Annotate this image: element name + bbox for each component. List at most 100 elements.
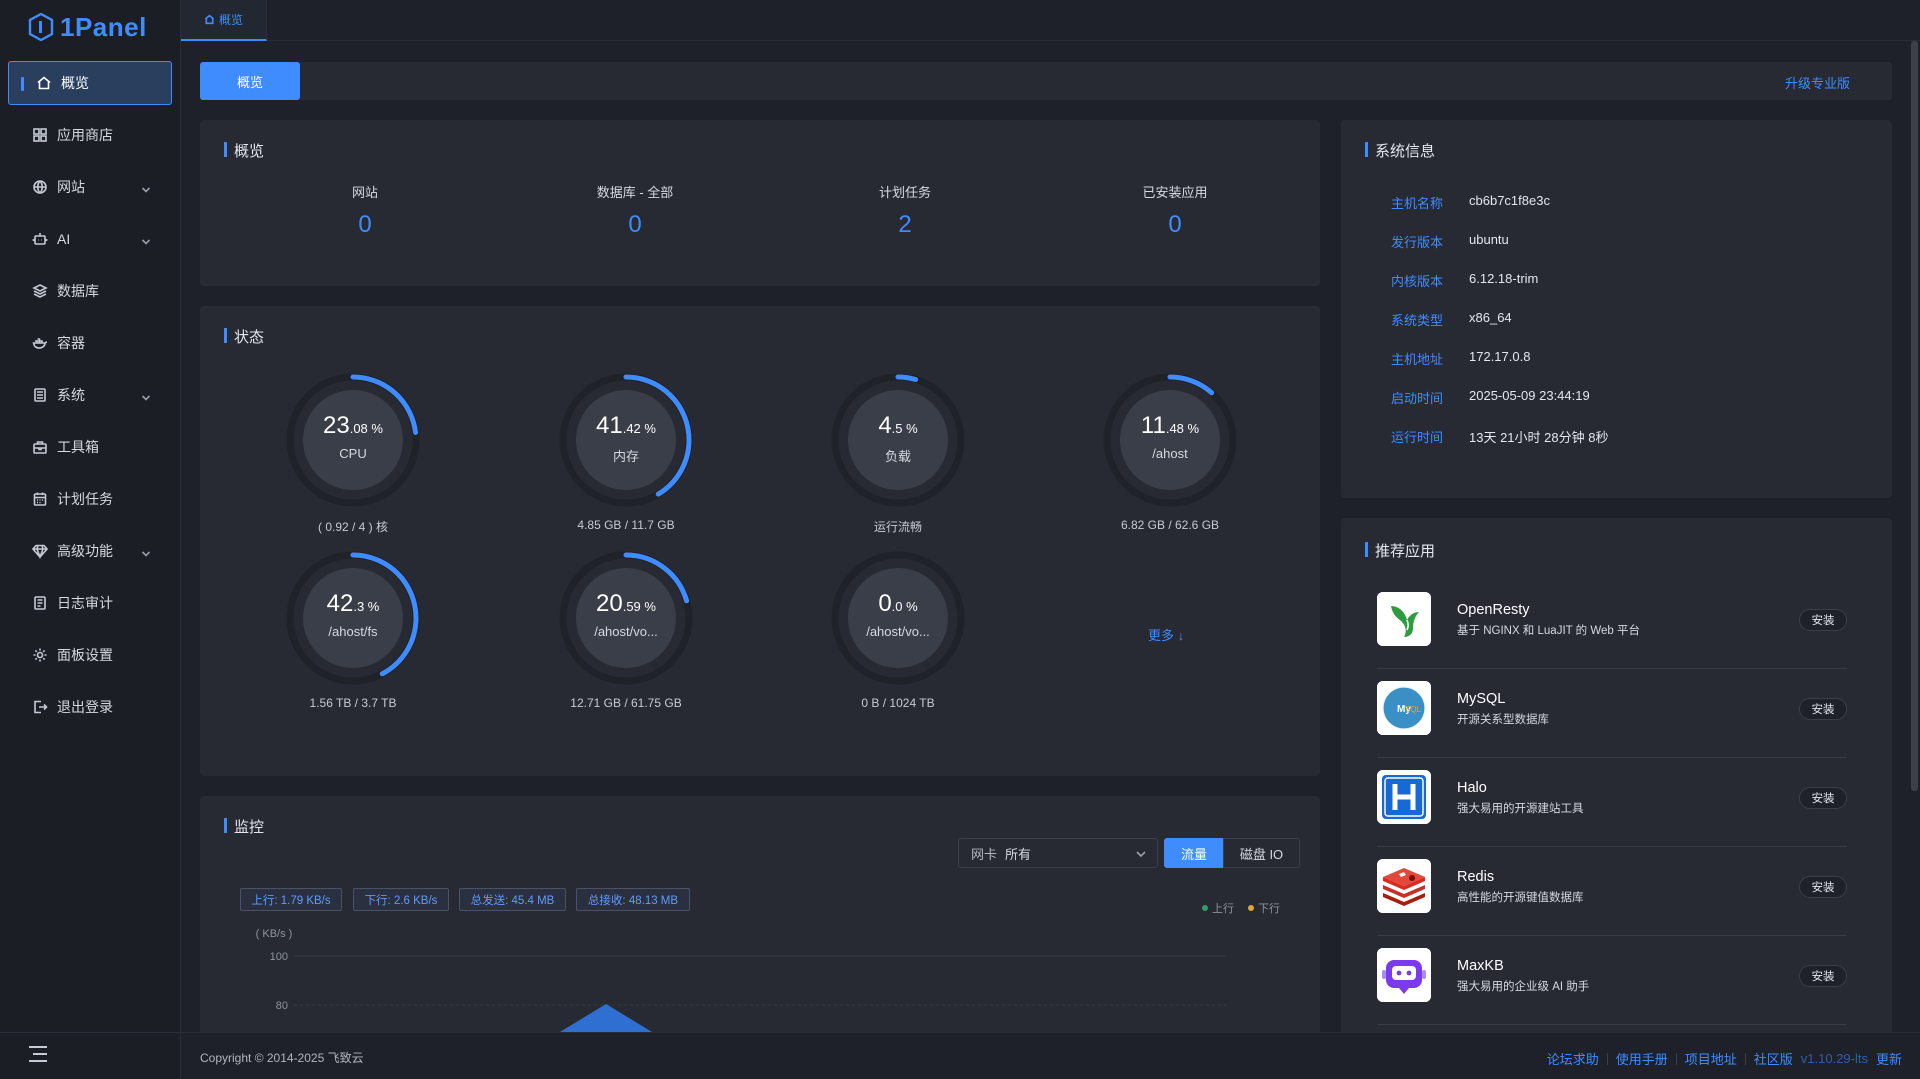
install-button[interactable]: 安装: [1799, 965, 1847, 987]
install-button[interactable]: 安装: [1799, 787, 1847, 809]
update-link[interactable]: 更新: [1876, 1049, 1902, 1068]
sidebar-item-logout[interactable]: 退出登录: [8, 685, 172, 729]
footer: Copyright © 2014-2025 飞致云 论坛求助 使用手册 项目地址…: [181, 1032, 1920, 1079]
tab-disk-io[interactable]: 磁盘 IO: [1223, 838, 1300, 868]
sysinfo-row: 主机名称 cb6b7c1f8e3c: [1391, 193, 1550, 212]
brand-logo[interactable]: 1Panel: [28, 10, 147, 44]
sidebar-item-label: 退出登录: [57, 699, 113, 715]
chart-legend-upload[interactable]: 上行: [1202, 900, 1234, 916]
log-icon: [31, 594, 49, 612]
sidebar-item-container[interactable]: 容器: [8, 321, 172, 365]
sysinfo-key: 启动时间: [1391, 391, 1444, 406]
sidebar-nav: 概览 应用商店 网站 AI 数据库 容器 系统 工具箱 计划任务 高级功能 日志…: [8, 61, 172, 737]
link-divider: [1675, 1052, 1677, 1065]
logout-icon: [31, 698, 49, 716]
nic-select[interactable]: 网卡 所有: [958, 838, 1158, 868]
gauge-disk-ahost-vol1[interactable]: 20.59 % /ahost/vo... 12.71 GB / 61.75 GB: [556, 548, 696, 710]
sidebar-item-label: 数据库: [57, 283, 99, 299]
gauge-label: /ahost/vo...: [866, 624, 930, 639]
sidebar-item-appstore[interactable]: 应用商店: [8, 113, 172, 157]
stat-databases[interactable]: 数据库 - 全部 0: [525, 182, 745, 239]
tab-overview[interactable]: 概览: [181, 0, 267, 41]
app-description: 开源关系型数据库: [1457, 714, 1549, 726]
app-item-redis[interactable]: Redis 高性能的开源键值数据库 安装: [1377, 847, 1847, 936]
app-item-openresty[interactable]: OpenResty 基于 NGINX 和 LuaJIT 的 Web 平台 安装: [1377, 580, 1847, 669]
app-description: 强大易用的开源建站工具: [1457, 803, 1584, 815]
stat-label: 计划任务: [878, 185, 931, 200]
card-title: 推荐应用: [1365, 540, 1435, 561]
chevron-down-icon: [141, 182, 151, 193]
sysinfo-value: ubuntu: [1469, 232, 1509, 247]
sidebar-item-overview[interactable]: 概览: [8, 61, 172, 105]
card-title: 监控: [224, 816, 264, 837]
menu-collapse-icon[interactable]: [28, 1045, 48, 1068]
gauge-label: /ahost: [1152, 446, 1188, 461]
app-name: MaxKB: [1457, 958, 1504, 974]
docs-link[interactable]: 使用手册: [1616, 1049, 1668, 1068]
chart-legend-download[interactable]: 下行: [1248, 900, 1280, 916]
chevron-down-icon: [141, 390, 151, 401]
sidebar-item-label: 应用商店: [57, 127, 113, 143]
y-tick-label: 100: [270, 951, 288, 963]
app-item-mysql[interactable]: My SQL MySQL 开源关系型数据库 安装: [1377, 669, 1847, 758]
sub-tab-overview[interactable]: 概览: [200, 62, 300, 100]
gauge-value: 11.48 %: [1140, 412, 1200, 439]
overview-card: 概览 网站 0 数据库 - 全部 0 计划任务 2 已安装应用 0: [200, 120, 1320, 286]
app-description: 强大易用的企业级 AI 助手: [1457, 981, 1590, 993]
tab-traffic[interactable]: 流量: [1164, 838, 1224, 868]
install-button[interactable]: 安装: [1799, 698, 1847, 720]
calendar-icon: [31, 490, 49, 508]
app-name: Halo: [1457, 780, 1487, 796]
globe-icon: [31, 178, 49, 196]
sysinfo-value: 2025-05-09 23:44:19: [1469, 388, 1590, 403]
sidebar-item-advanced[interactable]: 高级功能: [8, 529, 172, 573]
sidebar-item-label: 日志审计: [57, 595, 113, 611]
app-item-halo[interactable]: Halo 强大易用的开源建站工具 安装: [1377, 758, 1847, 847]
more-disks-link[interactable]: 更多 ↓: [1148, 625, 1184, 644]
mysql-icon: My SQL: [1377, 681, 1431, 735]
gauge-disk-ahost-vol2[interactable]: 0.0 % /ahost/vo... 0 B / 1024 TB: [828, 548, 968, 710]
legend-dot: [1202, 905, 1208, 911]
grid-icon: [31, 126, 49, 144]
gauge-label: 负载: [884, 449, 911, 464]
copyright-text: Copyright © 2014-2025 飞致云: [200, 1051, 364, 1065]
sysinfo-row: 发行版本 ubuntu: [1391, 232, 1509, 251]
stat-value: 0: [358, 211, 372, 238]
sidebar-item-ai[interactable]: AI: [8, 217, 172, 261]
app-description: 基于 NGINX 和 LuaJIT 的 Web 平台: [1457, 625, 1640, 637]
version-label[interactable]: v1.10.29-lts: [1801, 1051, 1868, 1066]
stat-installed-apps[interactable]: 已安装应用 0: [1065, 182, 1285, 239]
install-button[interactable]: 安装: [1799, 609, 1847, 631]
project-link[interactable]: 项目地址: [1685, 1049, 1737, 1068]
app-item-maxkb[interactable]: MaxKB 强大易用的企业级 AI 助手 安装: [1377, 936, 1847, 1025]
gauge-disk-ahost[interactable]: 11.48 % /ahost 6.82 GB / 62.6 GB: [1100, 370, 1240, 532]
sidebar-item-label: 计划任务: [57, 491, 113, 507]
sidebar-item-cron[interactable]: 计划任务: [8, 477, 172, 521]
gauge-disk-ahost-fs[interactable]: 42.3 % /ahost/fs 1.56 TB / 3.7 TB: [283, 548, 423, 710]
sysinfo-key: 运行时间: [1391, 430, 1444, 445]
sidebar-item-toolbox[interactable]: 工具箱: [8, 425, 172, 469]
sysinfo-row: 内核版本 6.12.18-trim: [1391, 271, 1538, 290]
maxkb-icon: [1377, 948, 1431, 1002]
sysinfo-row: 启动时间 2025-05-09 23:44:19: [1391, 388, 1590, 407]
gauge-load[interactable]: 4.5 % 负载 运行流畅: [828, 370, 968, 534]
sidebar-item-logs[interactable]: 日志审计: [8, 581, 172, 625]
install-button[interactable]: 安装: [1799, 876, 1847, 898]
stat-websites[interactable]: 网站 0: [255, 182, 475, 239]
legend-label: 上行: [1212, 903, 1234, 915]
page-scrollbar[interactable]: [1911, 41, 1918, 791]
sidebar-item-settings[interactable]: 面板设置: [8, 633, 172, 677]
sidebar-item-website[interactable]: 网站: [8, 165, 172, 209]
gauge-memory[interactable]: 41.42 % 内存 4.85 GB / 11.7 GB: [556, 370, 696, 532]
upgrade-pro-link[interactable]: 升级专业版: [1785, 73, 1850, 92]
sidebar-item-system[interactable]: 系统: [8, 373, 172, 417]
docker-icon: [31, 334, 49, 352]
stat-cron[interactable]: 计划任务 2: [795, 182, 1015, 239]
edition-link[interactable]: 社区版: [1754, 1049, 1793, 1068]
gauge-detail: 12.71 GB / 61.75 GB: [570, 696, 682, 710]
stat-label: 网站: [351, 185, 378, 200]
forum-link[interactable]: 论坛求助: [1547, 1049, 1599, 1068]
sysinfo-key: 主机地址: [1391, 352, 1444, 367]
gauge-cpu[interactable]: 23.08 % CPU ( 0.92 / 4 ) 核: [283, 370, 423, 534]
sidebar-item-database[interactable]: 数据库: [8, 269, 172, 313]
